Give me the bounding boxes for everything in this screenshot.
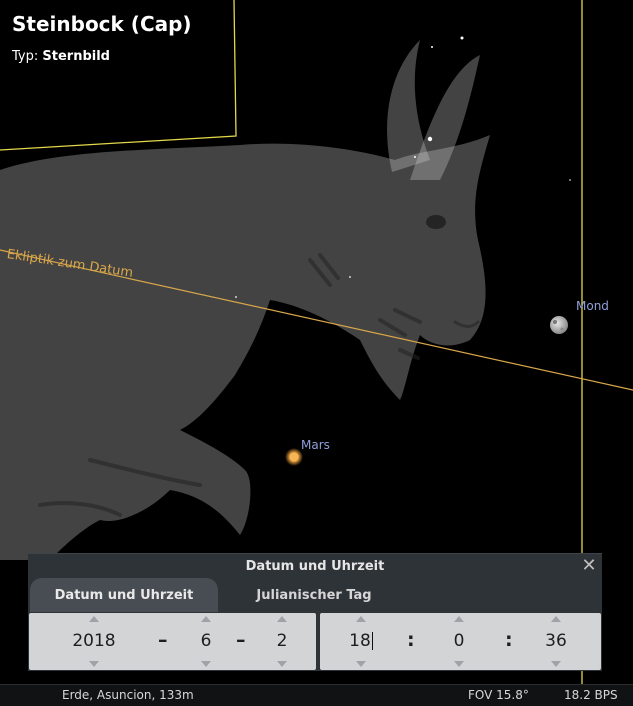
- dialog-title[interactable]: Datum und Uhrzeit: [28, 554, 602, 580]
- minute-spinbox[interactable]: 0: [434, 613, 484, 670]
- moon-label: Mond: [576, 299, 609, 313]
- tab-julian-day[interactable]: Julianischer Tag: [226, 578, 402, 612]
- tab-content: 2018 – 6 – 2 18 : 0: 36: [28, 612, 602, 671]
- time-separator: :: [505, 629, 513, 651]
- hour-up-arrow-icon[interactable]: [356, 616, 366, 622]
- constellation-art: [0, 40, 490, 560]
- object-type-label: Typ:: [12, 49, 39, 64]
- date-time-dialog: Datum und Uhrzeit ✕ Datum und Uhrzeit Ju…: [28, 553, 602, 671]
- second-spinbox[interactable]: 36: [531, 613, 581, 670]
- moon-icon: [550, 316, 568, 334]
- dialog-tabbar: Datum und Uhrzeit Julianischer Tag: [28, 578, 602, 612]
- object-title: Steinbock (Cap): [12, 12, 192, 36]
- minute-down-arrow-icon[interactable]: [454, 661, 464, 667]
- month-down-arrow-icon[interactable]: [201, 661, 211, 667]
- minute-value[interactable]: 0: [434, 631, 484, 651]
- date-separator: –: [236, 629, 246, 651]
- fov-text: FOV 15.8°: [468, 688, 529, 702]
- second-value[interactable]: 36: [531, 631, 581, 651]
- fps-text: 18.2 BPS: [564, 688, 618, 702]
- hour-spinbox[interactable]: 18: [336, 613, 386, 670]
- year-value[interactable]: 2018: [49, 631, 139, 651]
- tab-date-time[interactable]: Datum und Uhrzeit: [30, 578, 218, 612]
- close-icon[interactable]: ✕: [581, 557, 597, 575]
- year-spinbox[interactable]: 2018: [49, 613, 139, 670]
- year-down-arrow-icon[interactable]: [89, 661, 99, 667]
- time-separator: :: [407, 629, 415, 651]
- date-separator: –: [158, 629, 168, 651]
- minute-up-arrow-icon[interactable]: [454, 616, 464, 622]
- object-type: Typ: Sternbild: [12, 49, 110, 64]
- time-panel: 18 : 0 : 36: [320, 613, 601, 670]
- hour-down-arrow-icon[interactable]: [356, 661, 366, 667]
- month-spinbox[interactable]: 6: [181, 613, 231, 670]
- location-text[interactable]: Erde, Asuncion, 133m: [62, 688, 194, 702]
- month-up-arrow-icon[interactable]: [201, 616, 211, 622]
- day-up-arrow-icon[interactable]: [277, 616, 287, 622]
- day-value[interactable]: 2: [257, 631, 307, 651]
- second-up-arrow-icon[interactable]: [551, 616, 561, 622]
- second-down-arrow-icon[interactable]: [551, 661, 561, 667]
- hour-text: 18: [349, 631, 371, 651]
- day-spinbox[interactable]: 2: [257, 613, 307, 670]
- month-value[interactable]: 6: [181, 631, 231, 651]
- year-up-arrow-icon[interactable]: [89, 616, 99, 622]
- status-bar: Erde, Asuncion, 133m FOV 15.8° 18.2 BPS: [0, 684, 633, 706]
- mars-label: Mars: [301, 438, 330, 452]
- text-cursor: [371, 632, 373, 650]
- object-type-value: Sternbild: [42, 49, 110, 64]
- date-panel: 2018 – 6 – 2: [29, 613, 316, 670]
- hour-value[interactable]: 18: [336, 631, 386, 651]
- day-down-arrow-icon[interactable]: [277, 661, 287, 667]
